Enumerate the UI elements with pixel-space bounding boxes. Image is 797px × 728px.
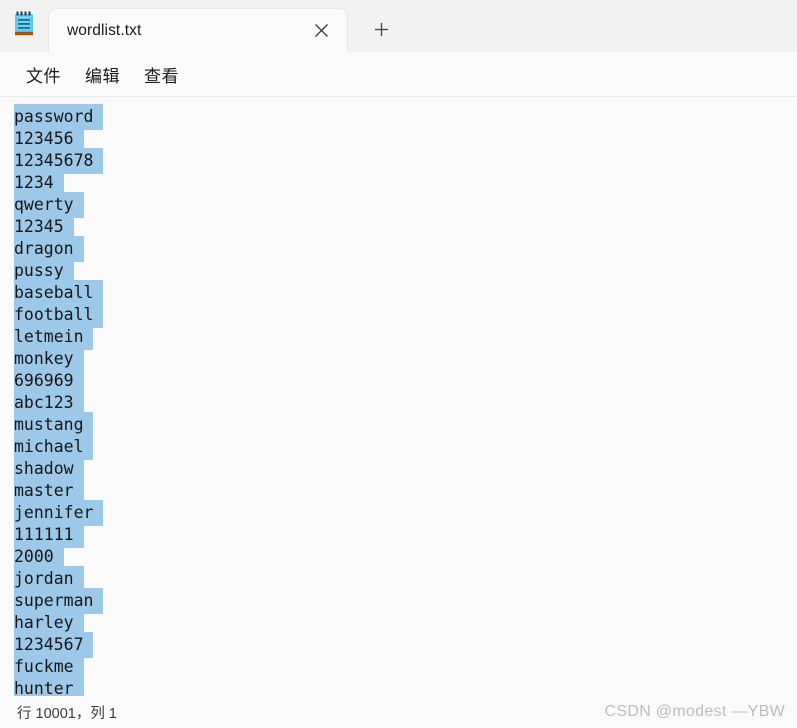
editor-line[interactable]: mustang xyxy=(14,412,797,438)
editor-line[interactable]: letmein xyxy=(14,324,797,350)
editor-line[interactable]: football xyxy=(14,302,797,328)
close-glyph xyxy=(314,24,328,37)
editor-line[interactable]: master xyxy=(14,478,797,504)
editor-line[interactable]: 12345678 xyxy=(14,148,797,174)
tab-wordlist[interactable]: wordlist.txt xyxy=(48,8,348,52)
close-icon[interactable] xyxy=(304,14,338,48)
text-editor-area[interactable]: password 123456 12345678 1234 qwerty 123… xyxy=(0,97,797,696)
editor-line[interactable]: baseball xyxy=(14,280,797,306)
menu-bar: 文件 编辑 查看 xyxy=(0,52,797,97)
editor-line[interactable]: jennifer xyxy=(14,500,797,526)
menu-item-file[interactable]: 文件 xyxy=(14,58,73,91)
editor-line[interactable]: 111111 xyxy=(14,522,797,548)
status-bar: 行 10001，列 1 CSDN @modest —YBW xyxy=(0,696,797,728)
editor-line[interactable]: 2000 xyxy=(14,544,797,570)
editor-line[interactable]: monkey xyxy=(14,346,797,372)
watermark: CSDN @modest —YBW xyxy=(604,703,785,720)
editor-line-text: hunter xyxy=(14,676,84,696)
plus-icon xyxy=(374,22,388,36)
editor-line[interactable]: jordan xyxy=(14,566,797,592)
new-tab-button[interactable] xyxy=(361,9,401,49)
editor-line[interactable]: fuckme xyxy=(14,654,797,680)
editor-line[interactable]: 1234 xyxy=(14,170,797,196)
editor-line[interactable]: harley xyxy=(14,610,797,636)
editor-line[interactable]: pussy xyxy=(14,258,797,284)
editor-line[interactable]: shadow xyxy=(14,456,797,482)
app-icon-container xyxy=(0,0,48,52)
tab-label: wordlist.txt xyxy=(67,21,142,39)
editor-line[interactable]: abc123 xyxy=(14,390,797,416)
menu-item-view[interactable]: 查看 xyxy=(132,58,191,91)
notepad-icon xyxy=(15,11,33,36)
editor-line[interactable]: hunter xyxy=(14,676,797,696)
editor-line[interactable]: 696969 xyxy=(14,368,797,394)
editor-line[interactable]: 1234567 xyxy=(14,632,797,658)
editor-line[interactable]: michael xyxy=(14,434,797,460)
editor-line[interactable]: dragon xyxy=(14,236,797,262)
title-bar: wordlist.txt xyxy=(0,0,797,52)
editor-line[interactable]: 12345 xyxy=(14,214,797,240)
editor-line[interactable]: password xyxy=(14,104,797,130)
editor-line[interactable]: qwerty xyxy=(14,192,797,218)
editor-line[interactable]: superman xyxy=(14,588,797,614)
editor-line[interactable]: 123456 xyxy=(14,126,797,152)
menu-item-edit[interactable]: 编辑 xyxy=(73,58,132,91)
cursor-position: 行 10001，列 1 xyxy=(17,705,117,722)
